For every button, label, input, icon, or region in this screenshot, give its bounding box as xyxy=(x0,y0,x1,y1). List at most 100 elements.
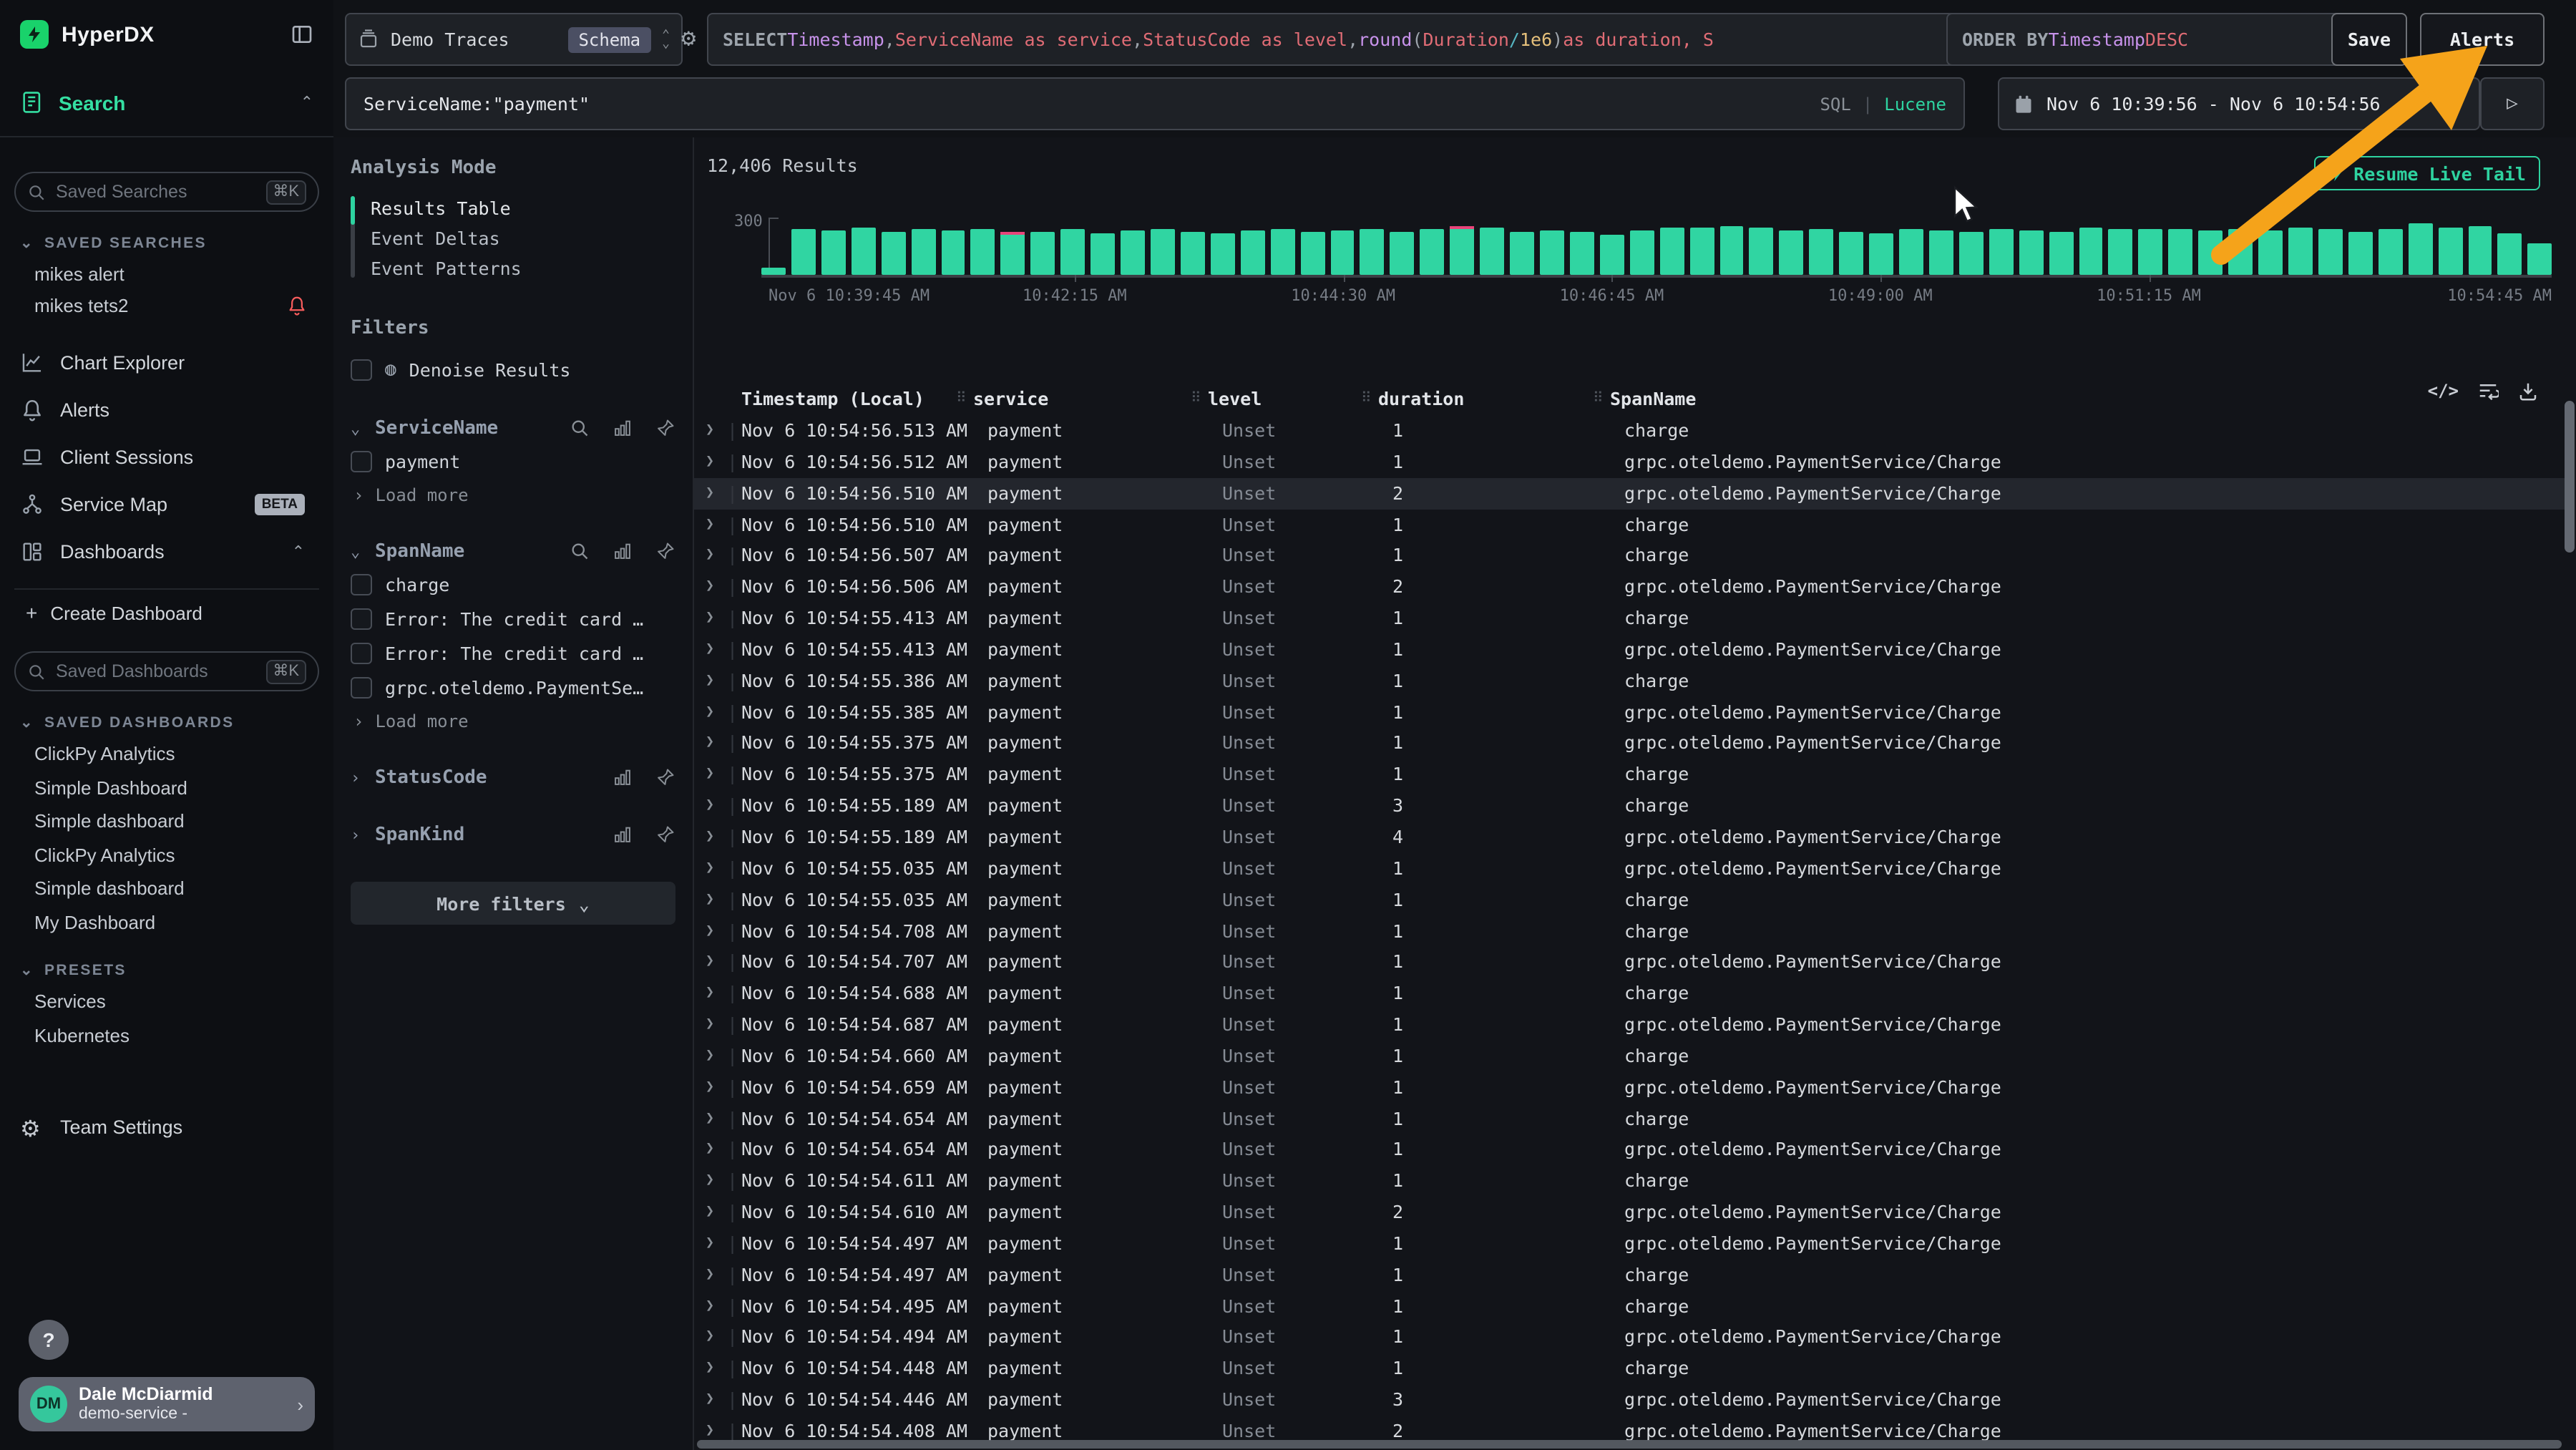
help-button[interactable]: ? xyxy=(29,1320,69,1360)
preset-item[interactable]: Kubernetes xyxy=(14,1018,319,1052)
checkbox[interactable] xyxy=(351,450,372,472)
table-row[interactable]: ❯|Nov 6 10:54:55.385 AMpaymentUnset1grpc… xyxy=(694,696,2565,728)
histogram-bar[interactable] xyxy=(1810,228,1834,275)
table-row[interactable]: ❯|Nov 6 10:54:54.495 AMpaymentUnset1char… xyxy=(694,1290,2565,1322)
load-more-button[interactable]: ›Load more xyxy=(351,481,675,510)
histogram-bar[interactable] xyxy=(761,268,786,275)
histogram-bar[interactable] xyxy=(2379,228,2403,275)
table-row[interactable]: ❯|Nov 6 10:54:56.512 AMpaymentUnset1grpc… xyxy=(694,447,2565,478)
histogram-bar[interactable] xyxy=(1839,232,1863,275)
run-query-button[interactable]: ▷ xyxy=(2480,77,2545,130)
histogram-bar[interactable] xyxy=(1689,228,1714,275)
histogram-bar[interactable] xyxy=(1091,233,1115,275)
table-row[interactable]: ❯|Nov 6 10:54:55.189 AMpaymentUnset3char… xyxy=(694,790,2565,822)
histogram-bar[interactable] xyxy=(1001,232,1025,275)
column-header-spanname[interactable]: SpanName xyxy=(1610,384,1696,414)
saved-dashboard-item[interactable]: ClickPy Analytics xyxy=(14,838,319,872)
histogram-bar[interactable] xyxy=(1270,228,1294,275)
column-header-timestamp-local-[interactable]: Timestamp (Local) xyxy=(741,384,924,414)
analysis-mode-results-table[interactable]: Results Table xyxy=(371,193,675,223)
sidebar-item-team-settings[interactable]: ⚙ Team Settings xyxy=(14,1104,319,1151)
checkbox[interactable] xyxy=(351,359,372,380)
analysis-mode-event-patterns[interactable]: Event Patterns xyxy=(371,253,675,283)
time-range-picker[interactable]: Nov 6 10:39:56 - Nov 6 10:54:56 xyxy=(1998,77,2480,130)
table-row[interactable]: ❯|Nov 6 10:54:55.375 AMpaymentUnset1grpc… xyxy=(694,728,2565,759)
language-toggle[interactable]: SQL | Lucene xyxy=(1820,94,1946,114)
column-grip-icon[interactable]: ⠿ xyxy=(1593,384,1604,414)
histogram-bar[interactable] xyxy=(1719,226,1744,275)
language-lucene[interactable]: Lucene xyxy=(1884,94,1946,114)
filter-group-spankind[interactable]: ›SpanKind xyxy=(351,819,675,850)
histogram-bar[interactable] xyxy=(2468,225,2492,275)
order-by-input[interactable]: ORDER BY Timestamp DESC xyxy=(1946,13,2348,66)
search-icon[interactable] xyxy=(570,418,590,438)
histogram-bar[interactable] xyxy=(1031,231,1055,275)
vertical-scrollbar[interactable] xyxy=(2565,401,2575,553)
user-menu[interactable]: DM Dale McDiarmid demo-service - › xyxy=(19,1377,315,1431)
histogram-bar[interactable] xyxy=(1629,231,1654,275)
histogram-bar[interactable] xyxy=(1300,232,1324,275)
histogram-bar[interactable] xyxy=(1151,229,1175,275)
horizontal-scrollbar[interactable] xyxy=(697,1440,2562,1449)
column-grip-icon[interactable]: ⠿ xyxy=(956,384,967,414)
chevron-up-icon[interactable]: ⌃ xyxy=(301,93,313,112)
checkbox[interactable] xyxy=(351,573,372,595)
resume-live-tail-button[interactable]: Resume Live Tail xyxy=(2313,156,2540,190)
source-settings-gear-icon[interactable]: ⚙ xyxy=(681,24,696,53)
pin-icon[interactable] xyxy=(655,824,675,845)
saved-dashboard-item[interactable]: Simple Dashboard xyxy=(14,771,319,804)
table-row[interactable]: ❯|Nov 6 10:54:56.510 AMpaymentUnset1char… xyxy=(694,509,2565,540)
sidebar-item-search[interactable]: Search ⌃ xyxy=(0,69,333,137)
more-filters-button[interactable]: More filters ⌄ xyxy=(351,882,675,925)
filter-group-statuscode[interactable]: ›StatusCode xyxy=(351,762,675,793)
preset-item[interactable]: Services xyxy=(14,985,319,1018)
histogram-bar[interactable] xyxy=(821,230,846,275)
table-row[interactable]: ❯|Nov 6 10:54:55.375 AMpaymentUnset1char… xyxy=(694,759,2565,791)
denoise-results-checkbox[interactable]: ◍ Denoise Results xyxy=(351,352,675,386)
search-icon[interactable] xyxy=(570,541,590,561)
collapse-sidebar-icon[interactable] xyxy=(291,23,313,46)
histogram-bar[interactable] xyxy=(1869,234,1893,275)
chart-icon[interactable] xyxy=(613,767,633,787)
histogram-bar[interactable] xyxy=(2109,230,2133,275)
table-row[interactable]: ❯|Nov 6 10:54:55.386 AMpaymentUnset1char… xyxy=(694,666,2565,697)
table-row[interactable]: ❯|Nov 6 10:54:54.688 AMpaymentUnset1char… xyxy=(694,978,2565,1009)
histogram-bar[interactable] xyxy=(1211,233,1235,275)
table-row[interactable]: ❯|Nov 6 10:54:55.035 AMpaymentUnset1grpc… xyxy=(694,853,2565,885)
histogram-bar[interactable] xyxy=(1929,230,1953,275)
checkbox[interactable] xyxy=(351,676,372,698)
table-row[interactable]: ❯|Nov 6 10:54:54.659 AMpaymentUnset1grpc… xyxy=(694,1071,2565,1103)
histogram-bar[interactable] xyxy=(2498,233,2522,275)
filter-value-checkbox[interactable]: payment xyxy=(351,444,675,478)
histogram-bar[interactable] xyxy=(852,228,876,275)
saved-dashboards-input[interactable]: Saved Dashboards ⌘K xyxy=(14,651,319,691)
histogram-bar[interactable] xyxy=(2019,230,2043,275)
sidebar-item-alerts[interactable]: Alerts xyxy=(14,386,319,434)
sidebar-item-chart-explorer[interactable]: Chart Explorer xyxy=(14,339,319,386)
histogram-bar[interactable] xyxy=(1659,228,1684,275)
histogram-bar[interactable] xyxy=(2258,230,2283,275)
histogram-bar[interactable] xyxy=(2228,229,2253,275)
presets-header[interactable]: ⌄ PRESETS xyxy=(20,962,319,979)
histogram-bar[interactable] xyxy=(1390,232,1415,275)
saved-search-item[interactable]: mikes alert xyxy=(14,258,319,289)
alerts-button[interactable]: Alerts xyxy=(2420,13,2545,66)
column-header-duration[interactable]: duration xyxy=(1378,384,1464,414)
histogram-bar[interactable] xyxy=(1600,235,1624,275)
histogram-bar[interactable] xyxy=(1060,230,1085,275)
table-header[interactable]: Timestamp (Local)⠿service⠿level⠿duration… xyxy=(694,384,2576,414)
sidebar-item-service-map[interactable]: Service MapBETA xyxy=(14,481,319,528)
saved-dashboard-item[interactable]: My Dashboard xyxy=(14,905,319,939)
checkbox[interactable] xyxy=(351,608,372,629)
chart-icon[interactable] xyxy=(613,418,633,438)
histogram-bar[interactable] xyxy=(941,230,965,275)
saved-dashboard-item[interactable]: ClickPy Analytics xyxy=(14,737,319,771)
save-button[interactable]: Save xyxy=(2331,13,2407,66)
column-grip-icon[interactable]: ⠿ xyxy=(1361,384,1372,414)
pin-icon[interactable] xyxy=(655,541,675,561)
histogram-bar[interactable] xyxy=(1330,230,1355,275)
histogram-bar[interactable] xyxy=(1450,226,1474,275)
filter-value-checkbox[interactable]: Error: The credit card … xyxy=(351,636,675,670)
sidebar-item-client-sessions[interactable]: Client Sessions xyxy=(14,434,319,481)
filter-value-checkbox[interactable]: charge xyxy=(351,567,675,601)
